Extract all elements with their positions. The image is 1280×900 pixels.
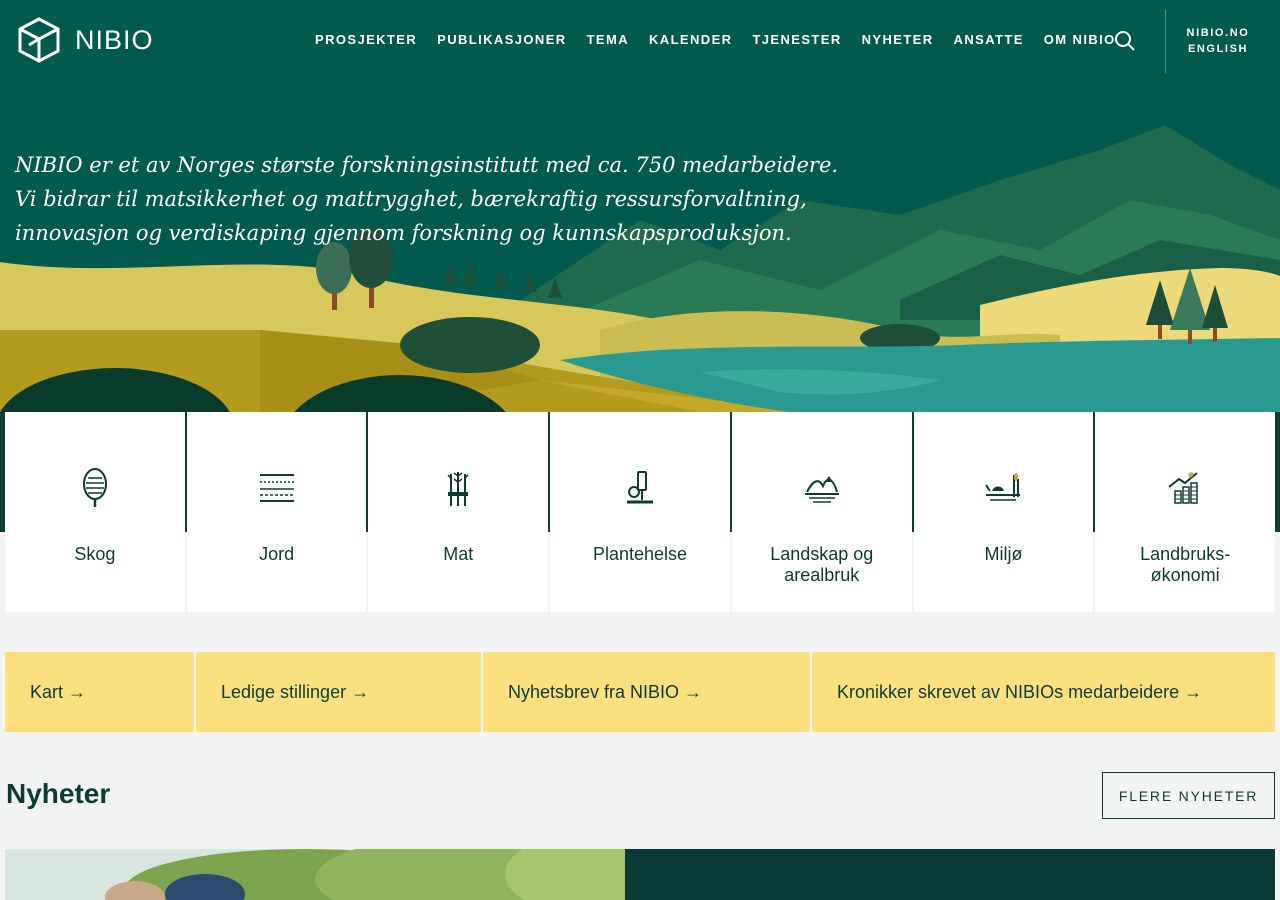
nav-tjenester[interactable]: TJENESTER (752, 32, 841, 47)
topic-grid: Skog Jord Mat Plantehelse Landskap og ar… (5, 412, 1276, 612)
nav-nyheter[interactable]: NYHETER (862, 32, 934, 47)
lang-divider (1165, 10, 1166, 73)
site-header: NIBIO PROSJEKTER PUBLIKASJONER TEMA KALE… (0, 0, 1280, 80)
quick-link-nyhetsbrev[interactable]: Nyhetsbrev fra NIBIO → (483, 652, 810, 732)
wetland-icon (983, 468, 1023, 508)
quick-links: Kart → Ledige stillinger → Nyhetsbrev fr… (5, 652, 1275, 732)
topic-label: Mat (443, 544, 474, 564)
topic-skog[interactable]: Skog (5, 412, 185, 612)
topic-label: Miljø (984, 544, 1023, 564)
nibio-logo-icon (18, 17, 60, 63)
tree-icon (75, 468, 115, 508)
nav-tema[interactable]: TEMA (587, 32, 629, 47)
topic-landbruksokonomi[interactable]: Landbruks- økonomi (1095, 412, 1276, 612)
lang-nibio-no[interactable]: NIBIO.NO (1178, 25, 1258, 41)
quick-link-kart[interactable]: Kart → (5, 652, 194, 732)
lang-english[interactable]: ENGLISH (1178, 41, 1258, 57)
topic-landskap[interactable]: Landskap og arealbruk (731, 412, 912, 612)
more-news-button[interactable]: FLERE NYHETER (1102, 772, 1275, 819)
search-icon (1115, 31, 1135, 51)
nav-ansatte[interactable]: ANSATTE (954, 32, 1024, 47)
economy-chart-icon (1165, 468, 1205, 508)
landscape-icon (802, 468, 842, 508)
logo-text: NIBIO (75, 24, 154, 55)
wheat-icon (438, 468, 478, 508)
topic-mat[interactable]: Mat (368, 412, 549, 612)
topic-jord[interactable]: Jord (186, 412, 367, 612)
featured-news-card[interactable] (5, 849, 1275, 900)
topic-plantehelse[interactable]: Plantehelse (550, 412, 730, 612)
topic-label: Landbruks- økonomi (1140, 544, 1231, 585)
main-nav: PROSJEKTER PUBLIKASJONER TEMA KALENDER T… (315, 32, 1136, 47)
nav-publikasjoner[interactable]: PUBLIKASJONER (437, 32, 566, 47)
nibio-logo[interactable]: NIBIO (17, 17, 154, 63)
quick-link-ledige-stillinger[interactable]: Ledige stillinger → (196, 652, 481, 732)
topic-label: Plantehelse (592, 544, 688, 564)
search-button[interactable] (1113, 29, 1137, 53)
language-switch: NIBIO.NO ENGLISH (1178, 25, 1258, 57)
news-image (5, 849, 625, 900)
intro-line: NIBIO er et av Norges største forsknings… (15, 153, 839, 177)
news-text-panel (625, 849, 1275, 900)
hero-intro-text: NIBIO er et av Norges største forsknings… (15, 148, 839, 250)
topic-label: Skog (74, 544, 116, 564)
topic-miljo[interactable]: Miljø (913, 412, 1094, 612)
quick-link-kronikker[interactable]: Kronikker skrevet av NIBIOs medarbeidere… (812, 652, 1275, 732)
intro-line: innovasjon og verdiskaping gjennom forsk… (15, 221, 792, 245)
intro-line: Vi bidrar til matsikkerhet og mattrygghe… (15, 187, 807, 211)
nav-om-nibio[interactable]: OM NIBIO (1044, 32, 1116, 47)
news-section-title: Nyheter (6, 778, 111, 809)
topic-label: Jord (259, 544, 295, 564)
topic-label: Landskap og arealbruk (770, 544, 874, 585)
microscope-icon (620, 468, 660, 508)
soil-layers-icon (257, 468, 297, 508)
nav-prosjekter[interactable]: PROSJEKTER (315, 32, 417, 47)
nav-kalender[interactable]: KALENDER (649, 32, 732, 47)
